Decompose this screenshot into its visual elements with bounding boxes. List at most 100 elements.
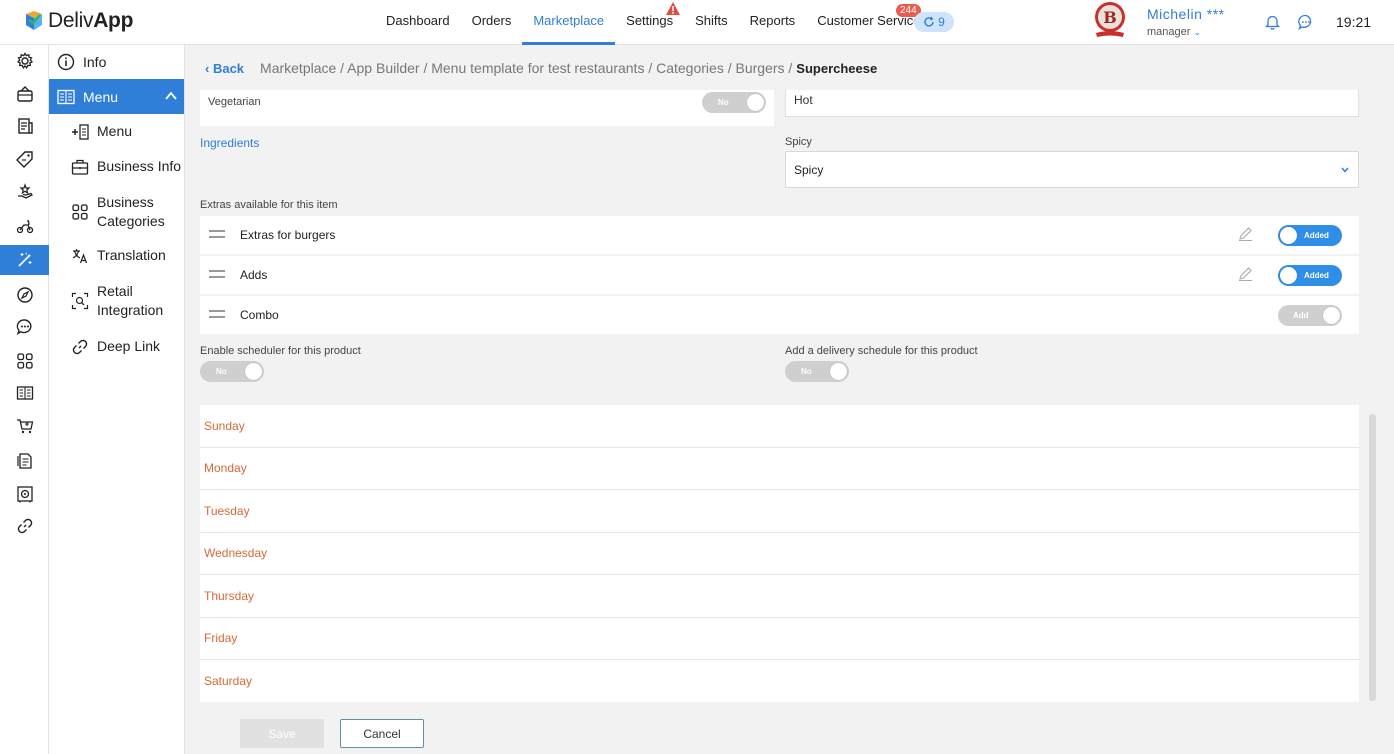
- rail-chat[interactable]: [0, 312, 49, 342]
- cart-icon: [16, 419, 33, 434]
- compass-icon: [16, 287, 33, 303]
- cancel-button[interactable]: Cancel: [340, 719, 424, 748]
- spicy-label: Spicy: [785, 136, 812, 148]
- back-link[interactable]: ‹ Back: [205, 61, 244, 76]
- sidebar-item-translation[interactable]: Translation: [71, 246, 166, 265]
- magic-wand-icon: [17, 252, 31, 267]
- sidebar-item-label: Info: [83, 54, 107, 70]
- pencil-icon[interactable]: [1238, 266, 1253, 281]
- chat-icon[interactable]: [1298, 14, 1314, 30]
- sidebar-item-label: Menu: [97, 123, 133, 139]
- sub-sidebar: Info Menu Menu Business Info Business Ca…: [49, 45, 185, 754]
- day-monday[interactable]: Monday: [200, 448, 1359, 490]
- hot-field[interactable]: Hot: [785, 90, 1359, 117]
- sidebar-item-menu[interactable]: Menu: [71, 122, 132, 141]
- vegetarian-label: Vegetarian: [208, 96, 261, 108]
- schedule-days: Sunday Monday Tuesday Wednesday Thursday…: [200, 405, 1359, 702]
- nav-dashboard[interactable]: Dashboard: [375, 0, 461, 45]
- rail-tag[interactable]: [0, 144, 49, 174]
- sidebar-item-deep-link[interactable]: Deep Link: [71, 337, 160, 356]
- day-saturday[interactable]: Saturday: [200, 660, 1359, 703]
- scooter-icon: [16, 220, 33, 234]
- rail-basket[interactable]: [0, 79, 49, 109]
- rail-scooter[interactable]: [0, 211, 49, 241]
- drag-handle-icon[interactable]: [209, 229, 225, 239]
- rail-document[interactable]: [0, 446, 49, 476]
- basket-icon: [16, 86, 33, 102]
- user-name[interactable]: Michelin ***: [1147, 6, 1225, 22]
- drag-handle-icon[interactable]: [209, 309, 225, 319]
- nav-marketplace[interactable]: Marketplace: [522, 0, 615, 45]
- book-icon: [16, 386, 33, 400]
- sidebar-item-info[interactable]: Info: [57, 51, 106, 73]
- delivery-schedule-toggle[interactable]: No: [785, 361, 849, 382]
- sidebar-item-label: Translation: [97, 247, 166, 263]
- avatar[interactable]: B: [1090, 1, 1130, 39]
- day-sunday[interactable]: Sunday: [200, 405, 1359, 448]
- top-bar: DelivApp Dashboard Orders Marketplace Se…: [0, 0, 1394, 45]
- breadcrumb: ‹ Back Marketplace / App Builder / Menu …: [205, 60, 877, 76]
- svg-text:B: B: [1103, 8, 1117, 27]
- drag-handle-icon[interactable]: [209, 269, 225, 279]
- extra-row: Combo Add: [200, 296, 1359, 334]
- extra-toggle[interactable]: Added: [1278, 225, 1342, 246]
- logo-text: DelivApp: [48, 9, 134, 32]
- rail-receipt[interactable]: [0, 111, 49, 141]
- scheduler-label: Enable scheduler for this product: [200, 345, 361, 357]
- sidebar-item-label: Retail Integration: [97, 283, 164, 318]
- extra-toggle[interactable]: Added: [1278, 265, 1342, 286]
- day-tuesday[interactable]: Tuesday: [200, 490, 1359, 533]
- day-wednesday[interactable]: Wednesday: [200, 533, 1359, 575]
- rail-app-builder[interactable]: [0, 245, 49, 275]
- sidebar-item-label: Menu: [83, 88, 119, 105]
- gear-icon: [16, 52, 33, 69]
- extras-label: Extras available for this item: [200, 199, 338, 211]
- day-friday[interactable]: Friday: [200, 618, 1359, 660]
- translate-icon: [72, 248, 88, 263]
- user-role[interactable]: manager ⌄: [1147, 26, 1201, 38]
- sidebar-item-business-info[interactable]: Business Info: [71, 157, 181, 176]
- rail-compass[interactable]: [0, 280, 49, 310]
- info-icon: [57, 53, 75, 71]
- scrollbar[interactable]: [1369, 414, 1376, 701]
- extra-toggle[interactable]: Add: [1278, 305, 1342, 326]
- queue-count: 9: [938, 15, 945, 29]
- save-button[interactable]: Save: [240, 719, 324, 748]
- warning-icon: [666, 2, 680, 15]
- day-thursday[interactable]: Thursday: [200, 575, 1359, 618]
- pencil-icon[interactable]: [1238, 226, 1253, 241]
- rail-grid[interactable]: [0, 346, 49, 376]
- rail-book[interactable]: [0, 378, 49, 408]
- chevron-down-icon: ⌄: [1193, 27, 1202, 37]
- nav-reports[interactable]: Reports: [739, 0, 807, 45]
- sidebar-item-retail-integration[interactable]: Retail Integration: [71, 282, 167, 320]
- grid-icon: [16, 353, 33, 369]
- logo[interactable]: DelivApp: [24, 9, 133, 33]
- scheduler-toggle[interactable]: No: [200, 361, 264, 382]
- delivery-schedule-label: Add a delivery schedule for this product: [785, 345, 978, 357]
- sidebar-item-label: Deep Link: [97, 338, 161, 354]
- rail-cart[interactable]: [0, 411, 49, 441]
- main-nav: Dashboard Orders Marketplace Settings Sh…: [375, 0, 932, 45]
- refresh-icon: [924, 16, 934, 27]
- nav-orders[interactable]: Orders: [461, 0, 523, 45]
- link-icon: [17, 518, 32, 534]
- icon-rail: [0, 45, 49, 754]
- rail-hand[interactable]: [0, 177, 49, 207]
- chat-icon: [16, 319, 31, 336]
- vegetarian-toggle[interactable]: No: [702, 92, 766, 113]
- queue-pill[interactable]: 9: [914, 12, 954, 32]
- breadcrumb-path[interactable]: Marketplace / App Builder / Menu templat…: [260, 60, 792, 76]
- sidebar-item-menu-group[interactable]: Menu: [49, 79, 184, 114]
- hand-icon: [17, 183, 33, 199]
- book-icon: [57, 89, 75, 104]
- sidebar-item-business-categories[interactable]: Business Categories: [71, 193, 167, 231]
- rail-safe[interactable]: [0, 479, 49, 509]
- bell-icon[interactable]: [1265, 14, 1280, 30]
- spicy-select[interactable]: Spicy: [785, 151, 1359, 188]
- rail-link[interactable]: [0, 511, 49, 541]
- nav-shifts[interactable]: Shifts: [684, 0, 739, 45]
- extra-row: Extras for burgers Added: [200, 216, 1359, 254]
- ingredients-link[interactable]: Ingredients: [200, 136, 259, 150]
- rail-settings[interactable]: [0, 46, 49, 76]
